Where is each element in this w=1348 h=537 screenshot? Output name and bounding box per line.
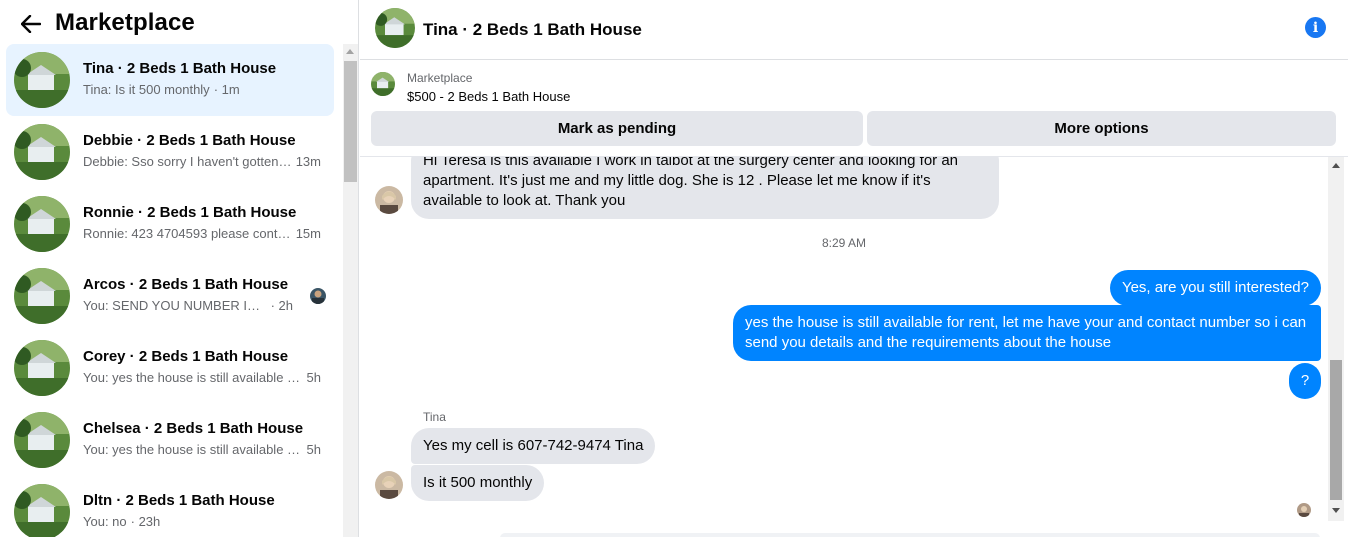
sender-name: Tina	[423, 410, 446, 424]
arrow-left-icon	[21, 15, 41, 33]
preview-time: 5h	[306, 370, 321, 385]
listing-source: Marketplace	[407, 71, 473, 85]
house-thumbnail	[14, 340, 70, 396]
preview-text: You: yes the house is still available fo…	[83, 370, 303, 385]
chat-avatar[interactable]	[375, 8, 415, 48]
conversation-item-dltn[interactable]: Dltn · 2 Beds 1 Bath House You: no · 23h	[6, 476, 334, 537]
preview-time: · 23h	[130, 514, 161, 529]
info-icon[interactable]: i	[1305, 17, 1326, 38]
conversation-item-arcos[interactable]: Arcos · 2 Beds 1 Bath House You: SEND YO…	[6, 260, 334, 332]
message-composer[interactable]	[500, 533, 1320, 537]
conversation-preview: Debbie: Sso sorry I haven't gotten back …	[83, 154, 321, 169]
scroll-up-arrow-icon[interactable]	[1332, 163, 1340, 168]
conversation-preview: You: yes the house is still available fo…	[83, 370, 321, 385]
conversation-name: Arcos · 2 Beds 1 Bath House	[83, 276, 289, 293]
conversation-item-debbie[interactable]: Debbie · 2 Beds 1 Bath House Debbie: Sso…	[6, 116, 334, 188]
preview-time: 15m	[295, 226, 321, 241]
sender-avatar	[375, 471, 403, 499]
more-options-button[interactable]: More options	[867, 111, 1336, 146]
sidebar-header: Marketplace	[0, 0, 358, 44]
message-timestamp: 8:29 AM	[821, 236, 867, 250]
house-thumbnail	[14, 412, 70, 468]
listing-thumbnail[interactable]	[371, 72, 395, 96]
scrollbar-thumb[interactable]	[1330, 360, 1342, 500]
chat-title[interactable]: Tina · 2 Beds 1 Bath House	[423, 20, 642, 40]
conversation-item-corey[interactable]: Corey · 2 Beds 1 Bath House You: yes the…	[6, 332, 334, 404]
conversation-item-tina[interactable]: Tina · 2 Beds 1 Bath House Tina: Is it 5…	[6, 44, 334, 116]
sidebar-title: Marketplace	[55, 9, 195, 36]
thread-scrollbar[interactable]	[1328, 157, 1344, 521]
incoming-message: Is it 500 monthly	[411, 465, 545, 501]
house-thumbnail	[14, 268, 70, 324]
preview-text: Tina: Is it 500 monthly	[83, 82, 210, 97]
house-thumbnail	[14, 52, 70, 108]
conversation-item-chelsea[interactable]: Chelsea · 2 Beds 1 Bath House You: yes t…	[6, 404, 334, 476]
conversation-name: Debbie · 2 Beds 1 Bath House	[83, 132, 296, 149]
mark-as-pending-button[interactable]: Mark as pending	[371, 111, 863, 146]
conversation-item-ronnie[interactable]: Ronnie · 2 Beds 1 Bath House Ronnie: 423…	[6, 188, 334, 260]
conversation-sidebar: Marketplace Tina · 2 Beds 1 Bath House T…	[0, 0, 359, 537]
listing-banner: Marketplace $500 - 2 Beds 1 Bath House M…	[360, 61, 1348, 157]
conversation-name: Tina · 2 Beds 1 Bath House	[83, 60, 277, 77]
conversation-list: Tina · 2 Beds 1 Bath House Tina: Is it 5…	[0, 44, 343, 537]
preview-time: · 2h	[270, 298, 293, 313]
chat-header: Tina · 2 Beds 1 Bath House i	[360, 0, 1348, 60]
conversation-name: Dltn · 2 Beds 1 Bath House	[83, 492, 275, 509]
incoming-message: Yes my cell is 607-742-9474 Tina	[411, 428, 656, 464]
scroll-down-arrow-icon[interactable]	[1332, 508, 1340, 513]
outgoing-message: yes the house is still available for ren…	[733, 305, 1321, 361]
conversation-name: Ronnie · 2 Beds 1 Bath House	[83, 204, 297, 221]
scroll-up-arrow-icon[interactable]	[346, 49, 354, 54]
conversation-name: Chelsea · 2 Beds 1 Bath House	[83, 420, 304, 437]
listing-price-title[interactable]: $500 - 2 Beds 1 Bath House	[407, 89, 570, 104]
back-button[interactable]	[17, 10, 45, 38]
house-thumbnail	[14, 484, 70, 537]
conversation-preview: You: no · 23h	[83, 514, 321, 529]
conversation-name: Corey · 2 Beds 1 Bath House	[83, 348, 289, 365]
conversation-preview: You: SEND YOU NUMBER IF YOU ARE INTEREST…	[83, 298, 293, 313]
preview-text: Ronnie: 423 4704593 please contact me	[83, 226, 292, 241]
sidebar-scrollbar[interactable]	[343, 44, 358, 537]
messenger-app: Marketplace Tina · 2 Beds 1 Bath House T…	[0, 0, 1348, 537]
sender-avatar	[375, 186, 403, 214]
scrollbar-thumb[interactable]	[344, 61, 357, 182]
preview-time: 5h	[306, 442, 321, 457]
preview-text: You: yes the house is still available fo…	[83, 442, 303, 457]
conversation-preview: Tina: Is it 500 monthly · 1m	[83, 82, 321, 97]
outgoing-message: Yes, are you still interested?	[1109, 270, 1321, 306]
preview-time: 13m	[295, 154, 321, 169]
house-thumbnail	[14, 196, 70, 252]
conversation-preview: You: yes the house is still available fo…	[83, 442, 321, 457]
preview-time: · 1m	[213, 82, 240, 97]
chat-pane: Tina · 2 Beds 1 Bath House i Marketplace…	[360, 0, 1348, 537]
outgoing-message: ?	[1289, 363, 1321, 399]
message-thread: Hi Teresa is this available I work in ta…	[360, 157, 1328, 537]
preview-text: Debbie: Sso sorry I haven't gotten back …	[83, 154, 292, 169]
house-thumbnail	[14, 124, 70, 180]
seen-avatar	[310, 288, 326, 304]
preview-text: You: SEND YOU NUMBER IF YOU ARE INTEREST…	[83, 298, 267, 313]
read-receipt-avatar	[1297, 503, 1311, 517]
preview-text: You: no	[83, 514, 127, 529]
incoming-message: Hi Teresa is this available I work in ta…	[411, 157, 999, 219]
conversation-preview: Ronnie: 423 4704593 please contact me 15…	[83, 226, 321, 241]
